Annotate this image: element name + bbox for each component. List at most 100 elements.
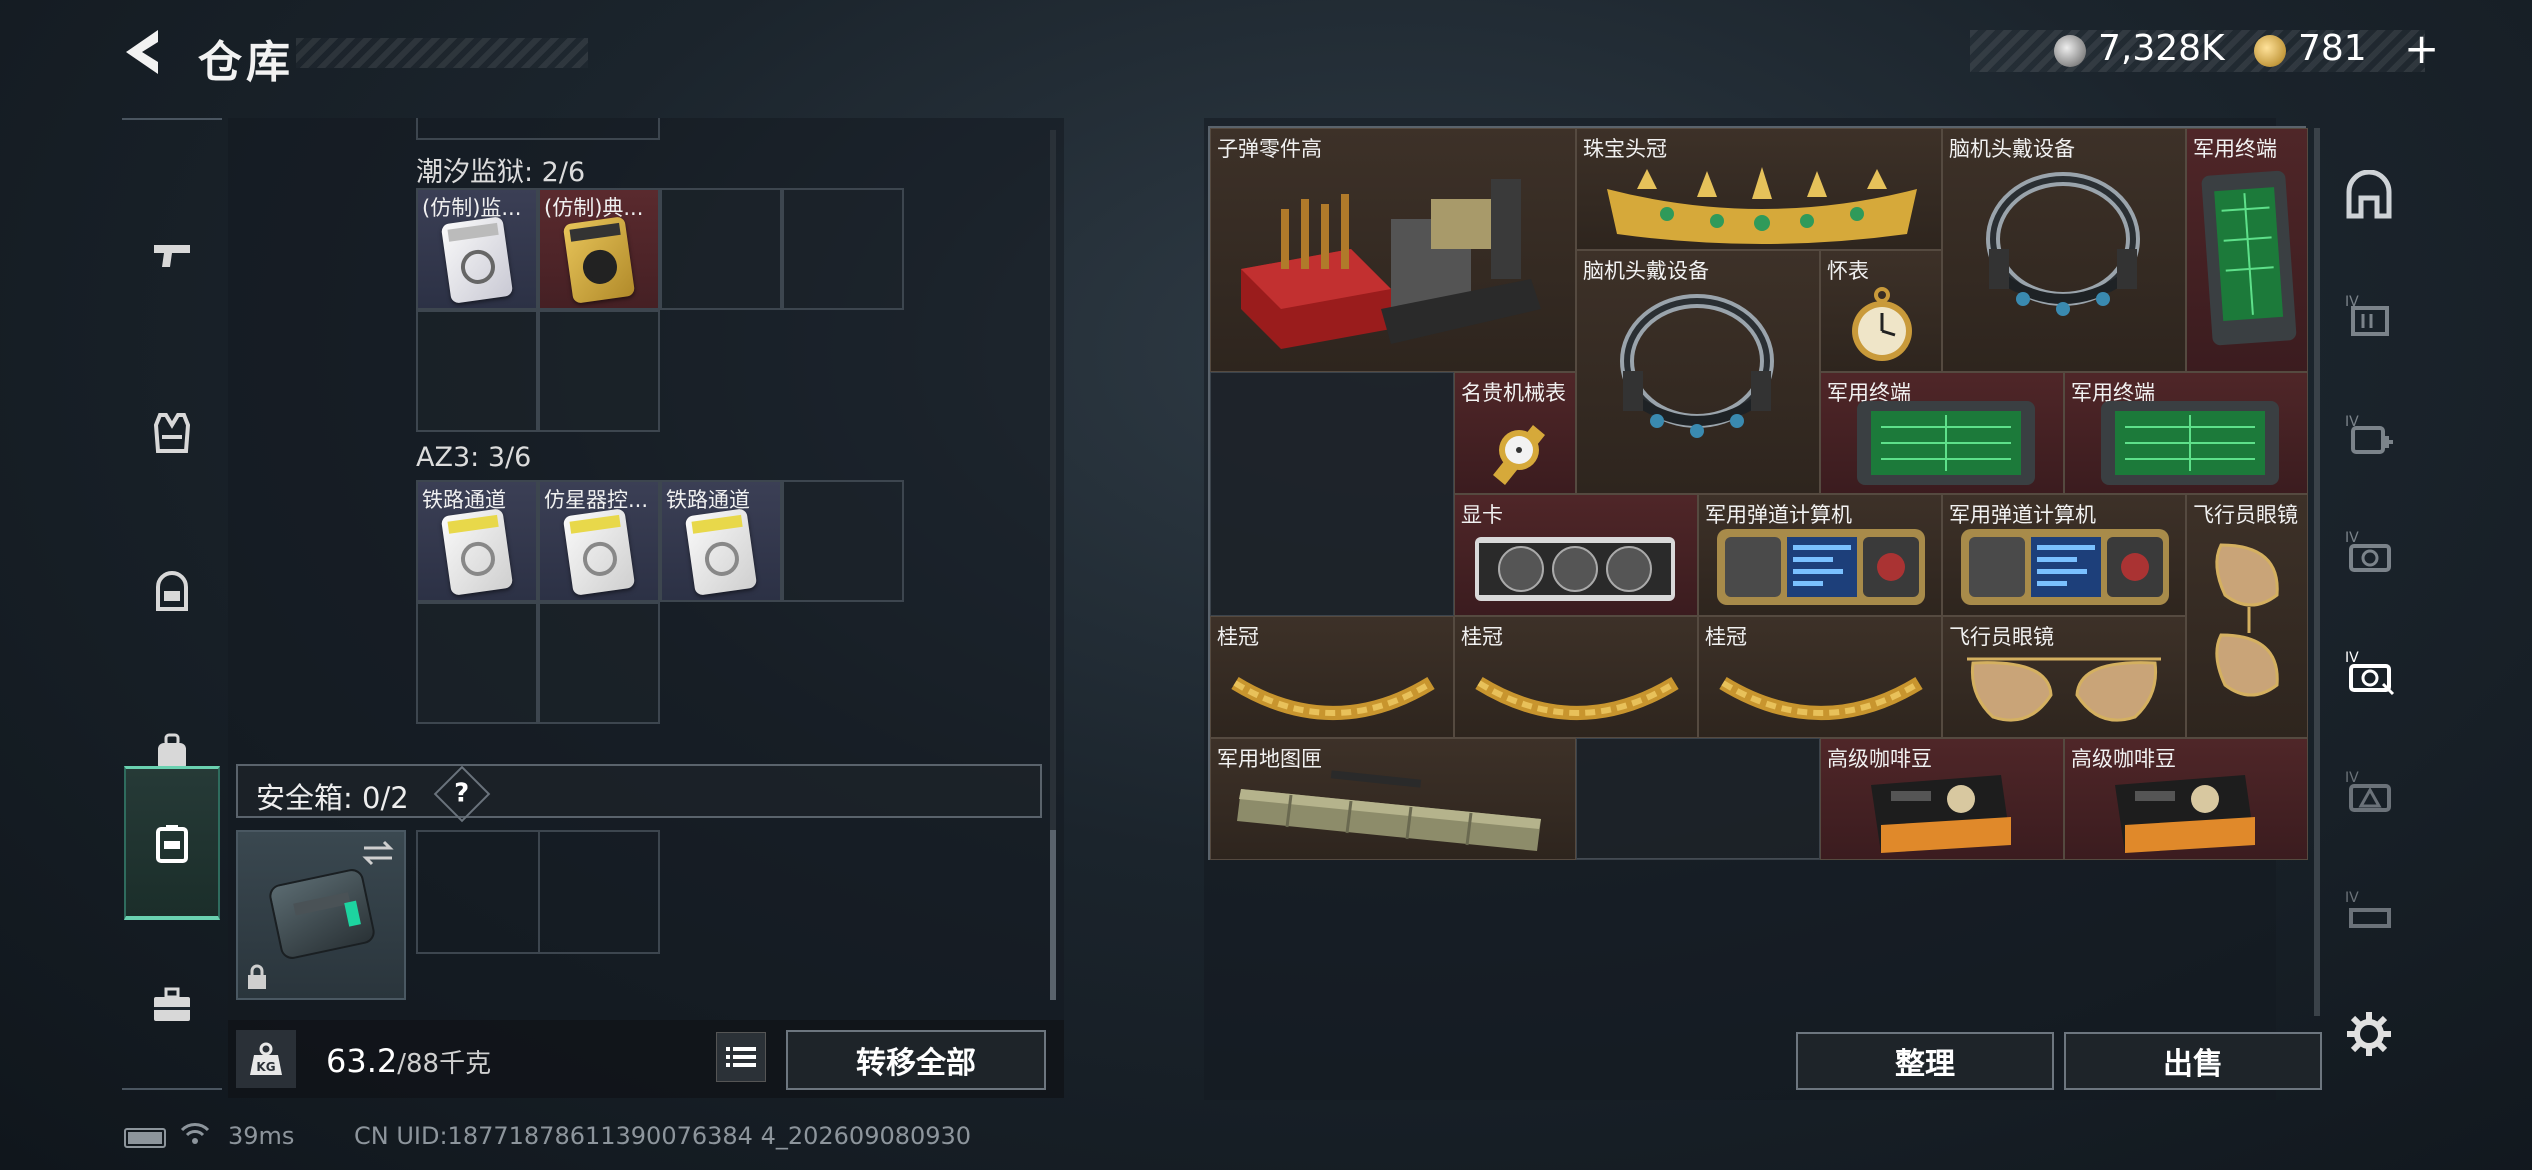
empty-slot[interactable] [660, 188, 782, 310]
empty-slot[interactable] [416, 310, 538, 432]
stash-item[interactable]: 军用终端 [2064, 372, 2308, 494]
svg-text:IV: IV [2345, 530, 2359, 546]
neural-headset-icon [1986, 172, 2140, 316]
luxury-watch-icon [1493, 425, 1545, 485]
empty-slot[interactable] [538, 602, 660, 724]
previous-section-grid [416, 118, 660, 140]
item-label: (仿制)监... [422, 196, 522, 220]
collection-grid-az3: 铁路通道 仿星器控... 铁路通道 [416, 480, 906, 726]
stash-item[interactable]: 军用终端 [2186, 128, 2308, 372]
tier-iv-triangle-icon: IV [2345, 770, 2391, 812]
nav-helmet[interactable] [124, 516, 220, 666]
empty-slot[interactable] [538, 310, 660, 432]
stash-grid: 子弹零件高 珠宝头冠 脑机头戴设备 军用终端 脑机头戴设备 怀表 名贵机械表 军… [1208, 126, 2308, 860]
pocket-watch-icon [1852, 287, 1912, 361]
empty-slot[interactable] [782, 480, 904, 602]
weight-current: 63.2 [326, 1042, 398, 1080]
military-terminal-icon [2201, 170, 2297, 346]
sell-button[interactable]: 出售 [2064, 1032, 2322, 1090]
item-label: 铁路通道 [422, 488, 506, 512]
list-view-button[interactable] [716, 1032, 766, 1082]
nav-armor[interactable] [124, 358, 220, 508]
empty-slot[interactable] [782, 188, 904, 310]
empty-slot[interactable] [1210, 372, 1454, 616]
stash-item[interactable]: 军用弹道计算机 [1942, 494, 2186, 616]
filter-electronics[interactable]: IV [2328, 500, 2410, 600]
filter-all[interactable] [2328, 146, 2410, 246]
filter-crate[interactable]: IV [2328, 264, 2410, 364]
stash-item[interactable]: 怀表 [1820, 250, 1942, 372]
filter-valuables[interactable]: IV [2328, 620, 2410, 720]
collection-slot[interactable]: 仿星器控... [538, 480, 660, 602]
left-scrollbar-thumb[interactable] [1050, 830, 1056, 1000]
filter-tier-triangle[interactable]: IV [2328, 740, 2410, 840]
settings-gear-icon [2347, 1012, 2391, 1056]
back-button[interactable] [118, 24, 166, 80]
nav-weapons[interactable] [124, 180, 220, 330]
coffee-beans-icon [2115, 775, 2255, 853]
svg-text:KG: KG [256, 1060, 275, 1074]
item-label: 铁路通道 [666, 488, 750, 512]
stash-item[interactable]: 显卡 [1454, 494, 1698, 616]
stash-item[interactable]: 桂冠 [1698, 616, 1942, 738]
nav-safe-box[interactable] [124, 766, 220, 920]
empty-slot[interactable] [1576, 738, 1820, 860]
stash-item[interactable]: 脑机头戴设备 [1576, 250, 1820, 494]
aviator-glasses-icon [2215, 543, 2279, 697]
back-arrow-icon [126, 30, 158, 74]
collection-slot[interactable]: (仿制)典... [538, 188, 660, 310]
stash-item[interactable]: 飞行员眼镜 [2186, 494, 2308, 738]
jewel-crown-icon [1607, 167, 1917, 244]
list-icon [726, 1047, 756, 1067]
safe-box-icon [156, 824, 188, 863]
tier-iv-crate-icon: IV [2345, 294, 2389, 336]
right-scrollbar[interactable] [2314, 128, 2320, 1016]
silver-coin-icon [2054, 35, 2086, 67]
access-card-icon [684, 508, 758, 596]
gold-coin-icon [2254, 35, 2286, 67]
stash-item[interactable]: 军用终端 [1820, 372, 2064, 494]
stash-item[interactable]: 飞行员眼镜 [1942, 616, 2186, 738]
page-title: 仓库 [198, 37, 294, 88]
filter-ammo[interactable]: IV [2328, 860, 2410, 960]
stash-item[interactable]: 子弹零件高 [1210, 128, 1576, 372]
stash-item[interactable]: 桂冠 [1210, 616, 1454, 738]
settings-button[interactable] [2328, 984, 2410, 1084]
silver-amount: 7,328K [2098, 28, 2225, 69]
home-arch-icon [2346, 170, 2392, 219]
stash-item[interactable]: 桂冠 [1454, 616, 1698, 738]
stash-item[interactable]: 珠宝头冠 [1576, 128, 1942, 250]
gold-amount: 781 [2298, 28, 2367, 69]
filter-medical[interactable]: IV [2328, 384, 2410, 484]
stash-item[interactable]: 脑机头戴设备 [1942, 128, 2186, 372]
item-label: 飞行员眼镜 [2193, 503, 2298, 527]
safe-box-slot[interactable] [236, 830, 406, 1000]
transfer-all-button[interactable]: 转移全部 [786, 1030, 1046, 1090]
military-terminal-icon [1857, 401, 2035, 485]
ballistic-computer-icon [1717, 529, 1925, 605]
collection-slot[interactable]: 铁路通道 [416, 480, 538, 602]
tier-iv-valuables-icon: IV [2345, 650, 2395, 696]
right-filter-nav: IV IV IV IV IV IV [2328, 130, 2410, 1090]
pistol-icon [154, 245, 190, 267]
collection-slot[interactable]: (仿制)监... [416, 188, 538, 310]
weight-max: /88千克 [397, 1049, 492, 1079]
stash-item[interactable]: 军用弹道计算机 [1698, 494, 1942, 616]
title-decoration [296, 38, 588, 68]
stash-item[interactable]: 名贵机械表 [1454, 372, 1576, 494]
sort-button[interactable]: 整理 [1796, 1032, 2054, 1090]
nav-toolbox[interactable] [124, 930, 220, 1080]
map-case-icon [1237, 770, 1541, 851]
access-card-icon [562, 508, 636, 596]
item-label: 桂冠 [1705, 625, 1747, 649]
ballistic-computer-icon [1961, 529, 2169, 605]
collection-slot[interactable]: 铁路通道 [660, 480, 782, 602]
item-label: 桂冠 [1217, 625, 1259, 649]
add-currency-button[interactable]: + [2404, 24, 2439, 73]
stash-item[interactable]: 高级咖啡豆 [2064, 738, 2308, 860]
stash-item[interactable]: 军用地图匣 [1210, 738, 1576, 860]
safe-box-empty-slot[interactable] [416, 830, 660, 954]
empty-slot[interactable] [416, 602, 538, 724]
stash-item[interactable]: 高级咖啡豆 [1820, 738, 2064, 860]
help-mark: ? [454, 779, 470, 809]
